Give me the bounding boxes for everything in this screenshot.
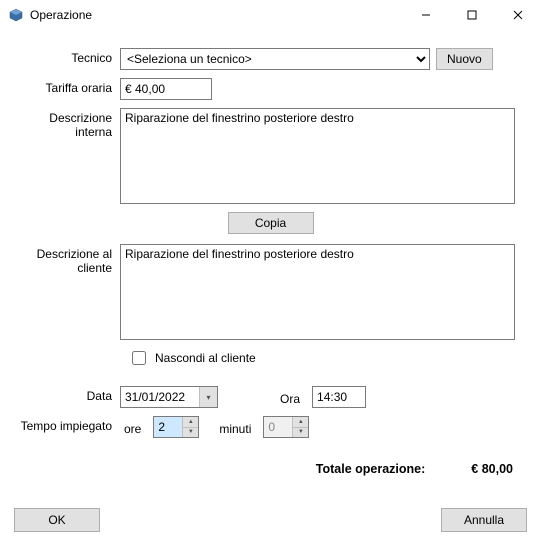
totale-label: Totale operazione: [316, 462, 426, 476]
titlebar: Operazione [0, 0, 541, 30]
annulla-button[interactable]: Annulla [441, 508, 527, 532]
ok-button[interactable]: OK [14, 508, 100, 532]
minuti-spinner: ▲ ▼ [263, 416, 309, 438]
minuti-unit-label: minuti [215, 419, 257, 436]
tariffa-label: Tariffa oraria [14, 78, 120, 95]
tempo-label: Tempo impiegato [14, 416, 120, 433]
ora-input[interactable] [312, 386, 366, 408]
data-label: Data [14, 386, 120, 403]
ore-input[interactable] [154, 417, 182, 437]
desc-interna-textarea[interactable]: Riparazione del finestrino posteriore de… [120, 108, 515, 204]
ore-unit-label: ore [120, 419, 147, 436]
nascondi-checkbox[interactable] [132, 351, 146, 365]
tecnico-label: Tecnico [14, 48, 120, 65]
minuti-input [264, 417, 292, 437]
ora-label: Ora [280, 389, 300, 406]
app-icon [8, 7, 24, 23]
maximize-button[interactable] [449, 0, 495, 30]
ore-down-icon[interactable]: ▼ [183, 428, 198, 438]
tecnico-select[interactable]: <Seleziona un tecnico> [120, 48, 430, 70]
minuti-up-icon: ▲ [293, 417, 308, 428]
tariffa-input[interactable] [120, 78, 212, 100]
desc-cliente-textarea[interactable]: Riparazione del finestrino posteriore de… [120, 244, 515, 340]
desc-cliente-label: Descrizione al cliente [14, 244, 120, 275]
data-picker[interactable]: ▾ [120, 386, 218, 408]
nascondi-label: Nascondi al cliente [155, 351, 256, 365]
minuti-down-icon: ▼ [293, 428, 308, 438]
ore-up-icon[interactable]: ▲ [183, 417, 198, 428]
copia-button[interactable]: Copia [228, 212, 314, 234]
data-input[interactable] [121, 389, 199, 405]
window-title: Operazione [30, 8, 92, 22]
chevron-down-icon[interactable]: ▾ [199, 387, 217, 407]
totale-value: € 80,00 [471, 462, 513, 476]
ore-spinner[interactable]: ▲ ▼ [153, 416, 199, 438]
desc-interna-label: Descrizione interna [14, 108, 120, 139]
close-button[interactable] [495, 0, 541, 30]
nuovo-button[interactable]: Nuovo [436, 48, 493, 70]
minimize-button[interactable] [403, 0, 449, 30]
